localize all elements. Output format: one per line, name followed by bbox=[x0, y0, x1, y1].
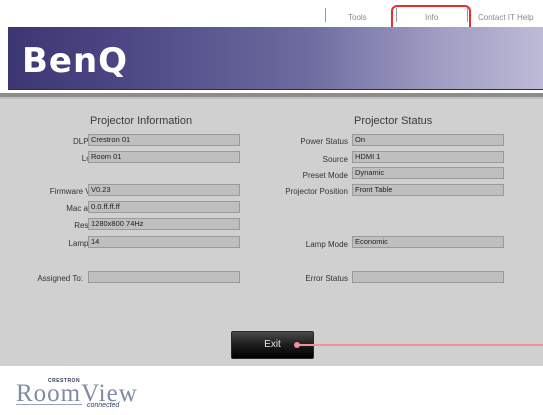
assigned-to-field bbox=[88, 271, 240, 283]
mac-address-field: 0.0.ff.ff.ff bbox=[88, 201, 240, 213]
dlp-name-field: Crestron 01 bbox=[88, 134, 240, 146]
roomview-underline bbox=[16, 404, 82, 405]
top-nav: Tools Info Contact IT Help bbox=[0, 0, 543, 33]
error-status-label: Error Status bbox=[305, 274, 348, 283]
source-label: Source bbox=[322, 155, 348, 164]
preset-mode-field: Dynamic bbox=[352, 167, 504, 179]
lamp-mode-label: Lamp Mode bbox=[305, 240, 348, 249]
callout-pointer-line bbox=[296, 344, 543, 346]
projector-information-title: Projector Information bbox=[90, 115, 193, 127]
preset-mode-label: Preset Mode bbox=[302, 171, 348, 180]
lamp-mode-field: Economic bbox=[352, 236, 504, 248]
header-banner: BenQ bbox=[8, 27, 543, 89]
power-status-field: On bbox=[352, 134, 504, 146]
source-field: HDMI 1 bbox=[352, 151, 504, 163]
location-field: Room 01 bbox=[88, 151, 240, 163]
lamp-hours-field: 14 bbox=[88, 236, 240, 248]
assigned-to-label: Assigned To: bbox=[37, 274, 83, 283]
power-status-label: Power Status bbox=[300, 137, 348, 146]
projector-position-field: Front Table bbox=[352, 184, 504, 196]
benq-logo: BenQ bbox=[22, 41, 129, 81]
firmware-version-field: V0.23 bbox=[88, 184, 240, 196]
projector-position-label: Projector Position bbox=[285, 187, 348, 196]
callout-pointer-dot bbox=[294, 342, 300, 348]
nav-link-contact-it-help[interactable]: Contact IT Help bbox=[478, 13, 533, 22]
resolution-field: 1280x800 74Hz bbox=[88, 218, 240, 230]
projector-status-title: Projector Status bbox=[354, 115, 433, 127]
nav-link-tools[interactable]: Tools bbox=[348, 13, 367, 22]
roomview-connected-text: connected bbox=[87, 402, 120, 409]
error-status-field bbox=[352, 271, 504, 283]
nav-separator bbox=[325, 8, 326, 22]
